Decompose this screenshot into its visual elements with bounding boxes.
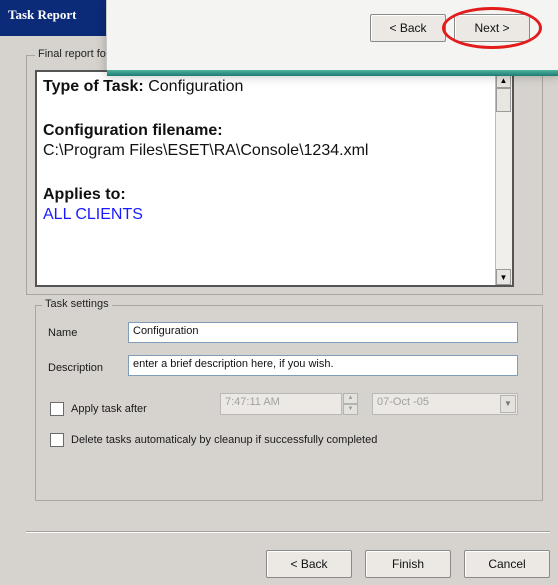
date-picker[interactable]: 07-Oct -05 ▼ [372,393,518,415]
callout-back-button[interactable]: < Back [370,14,446,42]
window-title: Task Report [8,7,77,22]
time-spinner[interactable]: ▲ ▼ [343,393,358,415]
task-report-dialog: Task Report Final report for the new tas… [0,0,558,585]
type-of-task-value: Configuration [148,78,244,95]
config-filename-heading: Configuration filename: [43,122,223,139]
description-input[interactable]: enter a brief description here, if you w… [128,355,518,376]
applies-to-value: ALL CLIENTS [43,206,143,223]
date-value: 07-Oct -05 [377,396,429,408]
highlight-ring [442,7,542,49]
back-button[interactable]: < Back [266,550,352,578]
report-textbox[interactable]: Type of Task: Configuration Configuratio… [35,70,514,287]
finish-button[interactable]: Finish [365,550,451,578]
config-filename-value: C:\Program Files\ESET\RA\Console\1234.xm… [43,142,369,159]
task-settings-legend: Task settings [42,298,112,310]
zoom-callout: < Back Next > [106,0,558,76]
cancel-button[interactable]: Cancel [464,550,550,578]
name-input[interactable]: Configuration [128,322,518,343]
delete-tasks-checkbox[interactable] [50,433,64,447]
title-bar: Task Report [0,0,110,36]
apply-task-after-checkbox[interactable] [50,402,64,416]
apply-task-after-label: Apply task after [71,403,147,415]
spin-down-icon[interactable]: ▼ [343,404,358,415]
footer-separator [26,531,550,533]
description-label: Description [48,362,104,374]
time-input[interactable]: 7:47:11 AM [220,393,342,415]
scroll-down-arrow-icon[interactable]: ▼ [496,269,511,285]
callout-band [107,70,558,76]
chevron-down-icon[interactable]: ▼ [500,395,516,413]
name-label: Name [48,327,78,339]
applies-to-heading: Applies to: [43,186,126,203]
delete-tasks-label: Delete tasks automaticaly by cleanup if … [71,434,378,446]
type-of-task-line: Type of Task: Configuration [43,78,243,96]
type-of-task-heading: Type of Task: [43,78,144,95]
spin-up-icon[interactable]: ▲ [343,393,358,404]
report-scrollbar[interactable]: ▲ ▼ [495,72,512,285]
scroll-thumb[interactable] [496,88,511,112]
